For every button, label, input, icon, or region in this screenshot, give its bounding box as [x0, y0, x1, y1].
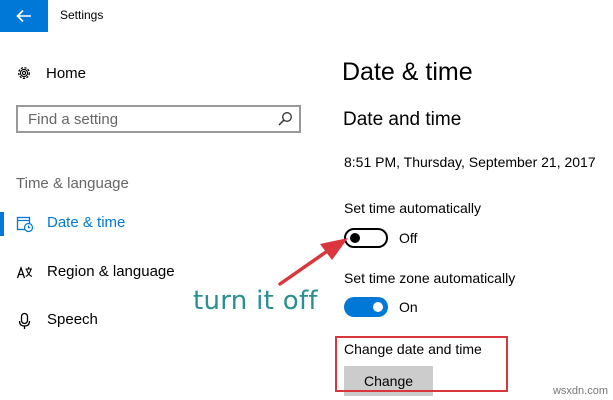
section-title: Date and time [343, 109, 462, 130]
nav-home-label: Home [46, 64, 87, 82]
sidebar-item-label: Date & time [47, 214, 126, 231]
set-time-automatically-state: Off [399, 230, 418, 246]
set-time-automatically-label: Set time automatically [344, 200, 481, 216]
set-time-zone-automatically-toggle[interactable] [344, 297, 388, 317]
set-time-zone-automatically-state: On [399, 299, 418, 315]
search-icon[interactable] [277, 111, 293, 127]
title-bar: Settings [0, 0, 613, 32]
watermark: wsxdn.com [552, 385, 608, 397]
annotation-text: turn it off [193, 286, 318, 316]
search-input[interactable] [18, 107, 278, 131]
back-arrow-icon [16, 9, 31, 23]
nav-section-label: Time & language [16, 175, 129, 192]
sidebar-item-label: Speech [47, 311, 98, 328]
back-button[interactable] [0, 0, 48, 32]
annotation-highlight-box [335, 336, 508, 392]
page-title: Date & time [342, 58, 473, 86]
current-datetime: 8:51 PM, Thursday, September 21, 2017 [344, 154, 596, 170]
gear-icon [18, 67, 30, 79]
region-language-icon [16, 266, 33, 279]
window-title: Settings [60, 8, 104, 22]
selection-indicator [0, 212, 4, 236]
toggle-knob [373, 302, 383, 312]
sidebar-item-label: Region & language [47, 263, 175, 280]
nav-home[interactable]: Home [16, 62, 86, 84]
calendar-clock-icon [16, 216, 34, 233]
microphone-icon [18, 312, 31, 329]
search-box[interactable] [16, 105, 301, 133]
set-time-zone-automatically-label: Set time zone automatically [344, 270, 516, 286]
annotation-arrow [278, 238, 348, 286]
